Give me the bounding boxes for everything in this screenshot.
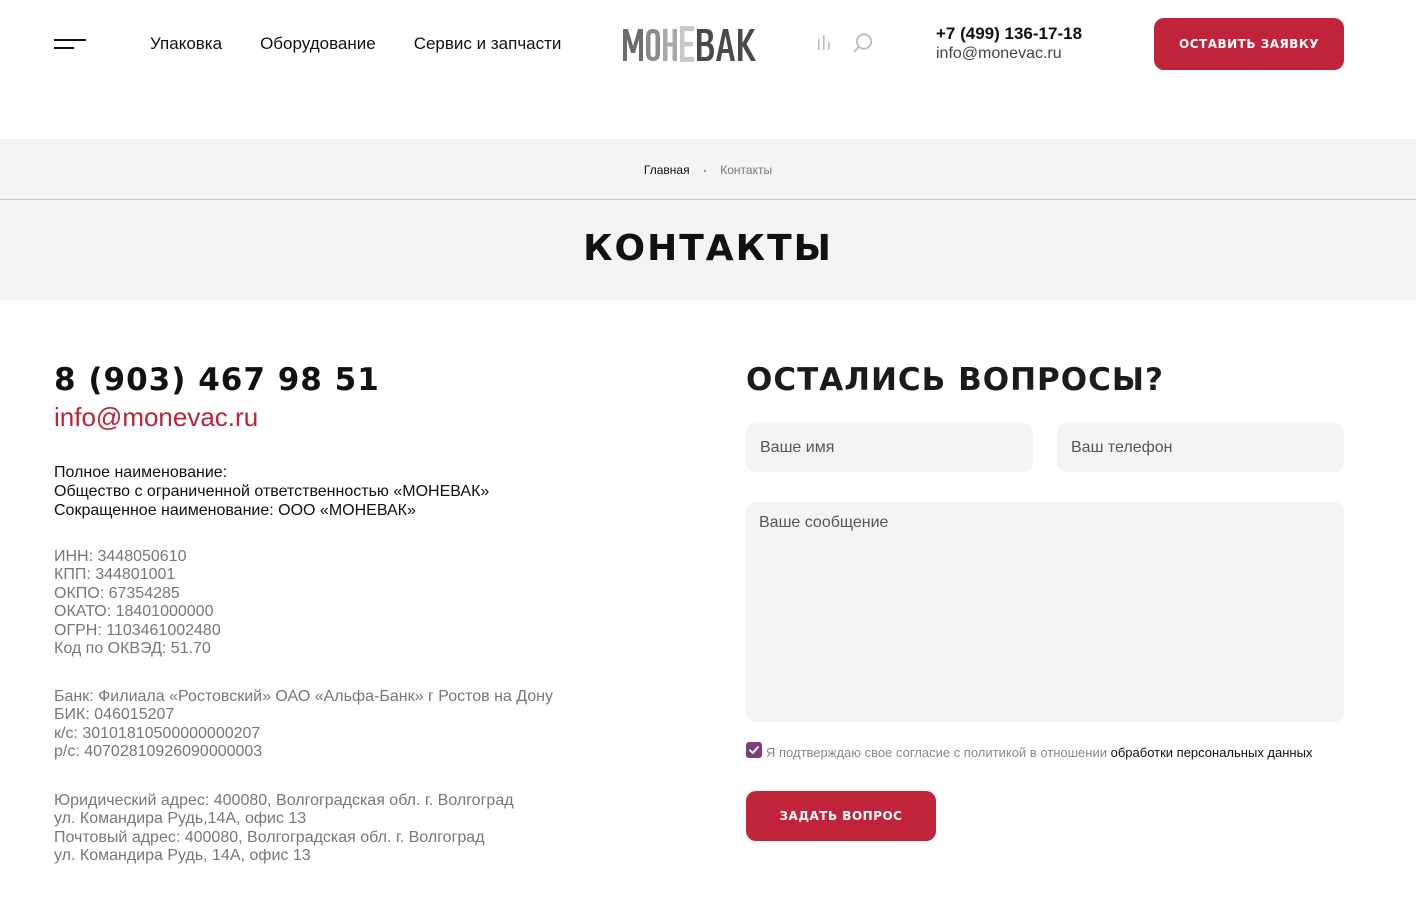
message-textarea[interactable] (746, 502, 1344, 722)
address-line: ул. Командира Рудь,14А, офис 13 (54, 810, 307, 828)
header-phone-link[interactable]: +7 (499) 136-17-18 (936, 24, 1082, 44)
form-title: ОСТАЛИСЬ ВОПРОСЫ? (746, 362, 1164, 398)
breadcrumb-current: Контакты (720, 163, 773, 177)
menu-icon[interactable] (54, 37, 88, 51)
header-email-link[interactable]: info@monevac.ru (936, 44, 1082, 64)
search-icon[interactable] (852, 32, 874, 54)
company-addresses: Юридический адрес: 400080, Волгоградская… (54, 792, 514, 866)
main-nav: Упаковка Оборудование Сервис и запчасти (150, 34, 599, 54)
breadcrumb: Главная · Контакты (0, 163, 1416, 177)
checkmark-icon (749, 746, 759, 754)
bank-line: Банк: Филиала «Ростовский» ОАО «Альфа-Ба… (54, 688, 554, 705)
address-line: Почтовый адрес: 400080, Волгоградская об… (54, 828, 485, 846)
ask-question-button[interactable]: Задать вопрос (746, 791, 936, 841)
nav-item-packaging[interactable]: Упаковка (150, 34, 222, 54)
page-title: КОНТАКТЫ (583, 228, 833, 269)
requisite-line: Код по ОКВЭД: 51.70 (54, 640, 211, 658)
consent-row: Я подтверждаю свое согласие с политикой … (746, 742, 1346, 764)
breadcrumb-bar: Главная · Контакты (0, 139, 1416, 200)
bank-details: Банк: Филиала «Ростовский» ОАО «Альфа-Ба… (54, 688, 553, 762)
address-line: Юридический адрес: 400080, Волгоградская… (54, 792, 514, 809)
nav-item-equipment[interactable]: Оборудование (260, 34, 376, 54)
company-name-line: Общество с ограниченной ответственностью… (54, 483, 490, 500)
consent-text: Я подтверждаю свое согласие с политикой … (766, 745, 1111, 760)
nav-item-service[interactable]: Сервис и запчасти (414, 34, 562, 54)
title-band: КОНТАКТЫ (0, 200, 1416, 300)
breadcrumb-separator: · (702, 163, 707, 177)
bank-line: БИК: 046015207 (54, 706, 175, 724)
contact-email-link[interactable]: info@monevac.ru (54, 402, 258, 433)
stats-icon[interactable] (816, 33, 832, 51)
requisite-line: ОГРН: 1103461002480 (54, 621, 221, 639)
consent-label: Я подтверждаю свое согласие с политикой … (766, 745, 1312, 760)
company-names: Полное наименование: Общество с ограниче… (54, 463, 489, 520)
site-header: Упаковка Оборудование Сервис и запчасти (0, 0, 1416, 139)
company-name-line: Полное наименование: (54, 464, 228, 481)
logo[interactable] (622, 22, 758, 66)
logo-image (623, 26, 756, 62)
phone-input[interactable] (1057, 423, 1344, 472)
requisite-line: ИНН: 3448050610 (54, 548, 187, 565)
requisite-line: ОКПО: 67354285 (54, 584, 180, 602)
requisite-line: КПП: 344801001 (54, 566, 176, 584)
request-button[interactable]: Оставить заявку (1154, 18, 1344, 70)
bank-line: р/с: 40702810926090000003 (54, 743, 263, 761)
breadcrumb-home-link[interactable]: Главная (644, 163, 690, 177)
consent-checkbox[interactable] (746, 742, 762, 758)
privacy-policy-link[interactable]: обработки персональных данных (1111, 745, 1313, 760)
header-contacts: +7 (499) 136-17-18 info@monevac.ru (936, 24, 1082, 64)
bank-line: к/с: 30101810500000000207 (54, 724, 261, 742)
company-name-line: Сокращенное наименование: ООО «МОНЕВАК» (54, 502, 416, 519)
contact-phone[interactable]: 8 (903) 467 98 51 (54, 362, 380, 398)
address-line: ул. Командира Рудь, 14А, офис 13 (54, 847, 311, 865)
requisite-line: ОКАТО: 18401000000 (54, 603, 214, 621)
name-input[interactable] (746, 423, 1033, 472)
company-requisites: ИНН: 3448050610 КПП: 344801001 ОКПО: 673… (54, 548, 221, 658)
